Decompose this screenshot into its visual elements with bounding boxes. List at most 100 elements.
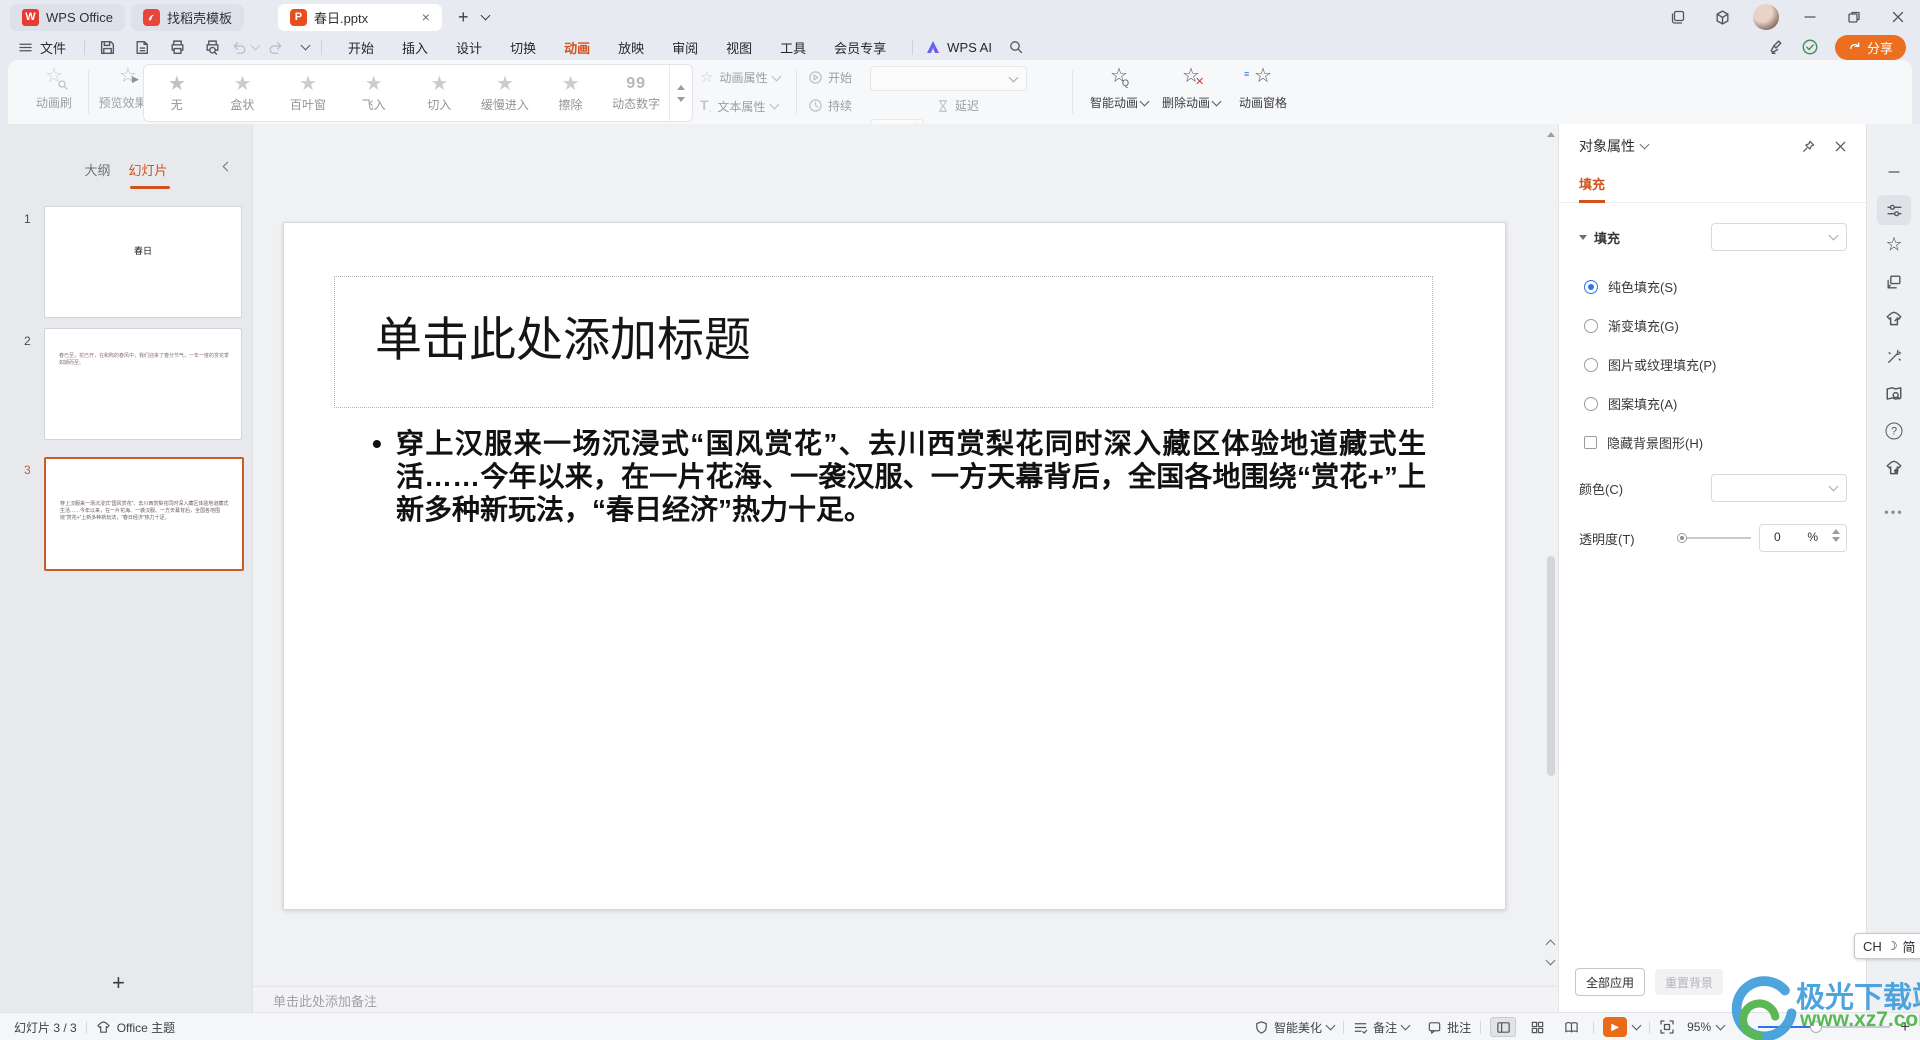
slide-thumbnail-3-selected[interactable]: 穿上汉服来一场沉浸式“国风赏花”、去川西赏梨花同时深入藏区体验地道藏式生活……今… xyxy=(44,457,244,571)
panel-close-icon[interactable] xyxy=(1834,140,1847,153)
previous-slide-icon[interactable] xyxy=(1546,940,1556,950)
tab-docer-template[interactable]: 找稻壳模板 xyxy=(131,4,244,31)
slide-page[interactable]: 单击此处添加标题 • 穿上汉服来一场沉浸式“国风赏花”、去川西赏梨花同时深入藏区… xyxy=(283,222,1506,910)
hide-background-checkbox[interactable]: 隐藏背景图形(H) xyxy=(1559,413,1867,452)
section-collapse-icon[interactable] xyxy=(1579,235,1587,240)
save-icon[interactable] xyxy=(99,39,116,56)
menu-member[interactable]: 会员专享 xyxy=(820,38,900,57)
title-placeholder[interactable]: 单击此处添加标题 xyxy=(334,276,1433,408)
menu-view[interactable]: 视图 xyxy=(712,38,766,57)
spin-down-icon[interactable] xyxy=(1832,537,1840,542)
new-tab-button[interactable]: + xyxy=(458,7,469,28)
toolbar-more-chevron-icon[interactable] xyxy=(301,41,311,51)
fill-option-pattern[interactable]: 图案填充(A) xyxy=(1559,374,1867,413)
notes-button[interactable]: 备注 xyxy=(1353,1019,1409,1036)
cleanup-icon[interactable] xyxy=(1768,39,1785,56)
file-menu[interactable]: 文件 xyxy=(0,38,76,57)
zoom-chevron-icon[interactable] xyxy=(1716,1021,1726,1031)
animation-pane-button[interactable]: ☆≡ 动画窗格 xyxy=(1230,66,1296,111)
gallery-item-box[interactable]: ★盒状 xyxy=(210,65,276,121)
windows-stack-icon[interactable] xyxy=(1658,2,1698,32)
minimize-button[interactable] xyxy=(1790,2,1830,32)
normal-view-button[interactable] xyxy=(1490,1017,1516,1037)
slide-sorter-view-button[interactable] xyxy=(1524,1017,1550,1037)
canvas-scrollbar[interactable] xyxy=(1545,126,1557,984)
menu-tools[interactable]: 工具 xyxy=(766,38,820,57)
slides-tab[interactable]: 幻灯片 xyxy=(129,160,168,179)
undo-history-chevron-icon[interactable] xyxy=(251,41,261,51)
text-properties-button[interactable]: T◦ 文本属性 xyxy=(700,97,778,116)
export-icon[interactable] xyxy=(134,39,151,56)
menu-insert[interactable]: 插入 xyxy=(388,38,442,57)
print-preview-icon[interactable] xyxy=(204,39,221,56)
gallery-item-slow-enter[interactable]: ★缓慢进入 xyxy=(472,65,538,121)
gallery-item-none[interactable]: ★无 xyxy=(144,65,210,121)
wps-ai-button[interactable]: WPS AI xyxy=(925,40,992,55)
reset-background-button[interactable]: 重置背景 xyxy=(1655,969,1723,995)
undo-icon[interactable] xyxy=(231,39,248,56)
body-text-box[interactable]: • 穿上汉服来一场沉浸式“国风赏花”、去川西赏梨花同时深入藏区体验地道藏式生活…… xyxy=(372,427,1426,526)
tab-close-icon[interactable]: × xyxy=(422,9,430,25)
book-search-icon[interactable] xyxy=(1885,385,1903,403)
color-select[interactable] xyxy=(1711,474,1847,502)
help-icon[interactable]: ? xyxy=(1886,423,1903,440)
fill-tab[interactable]: 填充 xyxy=(1579,174,1605,203)
office-theme-label[interactable]: Office 主题 xyxy=(111,1019,175,1036)
menu-animation[interactable]: 动画 xyxy=(550,38,604,57)
redo-icon[interactable] xyxy=(267,39,284,56)
user-avatar[interactable] xyxy=(1746,2,1786,32)
smart-animation-button[interactable]: ☆Q 智能动画 xyxy=(1086,66,1152,111)
outline-tab[interactable]: 大纲 xyxy=(84,160,110,179)
play-options-chevron-icon[interactable] xyxy=(1632,1021,1642,1031)
restore-button[interactable] xyxy=(1834,2,1874,32)
collapse-panel-button[interactable] xyxy=(1886,164,1902,180)
fill-option-picture[interactable]: 图片或纹理填充(P) xyxy=(1559,335,1867,374)
more-tools-icon[interactable]: ••• xyxy=(1884,505,1904,520)
search-icon[interactable] xyxy=(1008,39,1024,55)
fit-to-window-icon[interactable] xyxy=(1659,1019,1675,1035)
scrollbar-thumb[interactable] xyxy=(1547,556,1555,776)
close-button[interactable] xyxy=(1878,2,1918,32)
properties-toolbar-button-selected[interactable] xyxy=(1877,195,1911,225)
notes-bar[interactable]: 单击此处添加备注 xyxy=(253,986,1558,1013)
gallery-item-wipe[interactable]: ★擦除 xyxy=(538,65,604,121)
zoom-slider[interactable] xyxy=(1758,1020,1890,1034)
smart-beautify-button[interactable]: 智能美化 xyxy=(1254,1019,1334,1036)
animation-properties-button[interactable]: ☆ 动画属性 xyxy=(700,69,780,86)
selection-pane-icon[interactable] xyxy=(1886,274,1903,291)
comments-button[interactable]: 批注 xyxy=(1427,1019,1471,1036)
transparency-input[interactable]: 0 % xyxy=(1759,524,1847,552)
share-button[interactable]: 分享 xyxy=(1835,35,1906,60)
zoom-slider-thumb[interactable] xyxy=(1810,1021,1822,1033)
sync-check-icon[interactable] xyxy=(1801,38,1819,56)
spin-up-icon[interactable] xyxy=(1832,529,1840,534)
zoom-out-button[interactable]: − xyxy=(1738,1017,1748,1037)
gallery-item-cut-in[interactable]: ★切入 xyxy=(407,65,473,121)
slide-thumbnail-1[interactable]: 春日 xyxy=(44,206,242,318)
transparency-slider[interactable] xyxy=(1677,532,1751,544)
gallery-scroll-up-icon[interactable] xyxy=(677,85,685,90)
pin-icon[interactable] xyxy=(1801,139,1816,154)
gallery-item-dynamic-number[interactable]: 99动态数字 xyxy=(603,65,669,121)
delete-animation-button[interactable]: ☆✕ 删除动画 xyxy=(1158,66,1224,111)
apply-all-button[interactable]: 全部应用 xyxy=(1575,968,1645,996)
design-skin-icon[interactable] xyxy=(1885,310,1903,328)
panel-title-chevron-icon[interactable] xyxy=(1640,140,1650,150)
animation-pane-toolbar-icon[interactable]: ☆ xyxy=(1885,234,1902,257)
tab-list-chevron-icon[interactable] xyxy=(481,11,491,21)
menu-review[interactable]: 审阅 xyxy=(658,38,712,57)
start-trigger-select[interactable] xyxy=(870,66,1027,91)
tab-document-chunri[interactable]: P 春日.pptx × xyxy=(278,4,442,31)
fill-option-gradient[interactable]: 渐变填充(G) xyxy=(1559,296,1867,335)
gallery-scroll-down-icon[interactable] xyxy=(677,97,685,102)
gallery-item-blinds[interactable]: ★百叶窗 xyxy=(275,65,341,121)
new-slide-button[interactable]: + xyxy=(112,970,125,996)
print-icon[interactable] xyxy=(169,39,186,56)
reading-view-button[interactable] xyxy=(1558,1017,1584,1037)
next-slide-icon[interactable] xyxy=(1546,956,1556,966)
slide-thumbnail-2[interactable]: 春已至，花已开，在和煦的春风中，我们迎来了春分节气，一年一度的赏花季如期而至。 xyxy=(44,328,242,440)
menu-transitions[interactable]: 切换 xyxy=(496,38,550,57)
fill-option-solid[interactable]: 纯色填充(S) xyxy=(1559,251,1867,296)
menu-design[interactable]: 设计 xyxy=(442,38,496,57)
gallery-item-fly-in[interactable]: ★飞入 xyxy=(341,65,407,121)
